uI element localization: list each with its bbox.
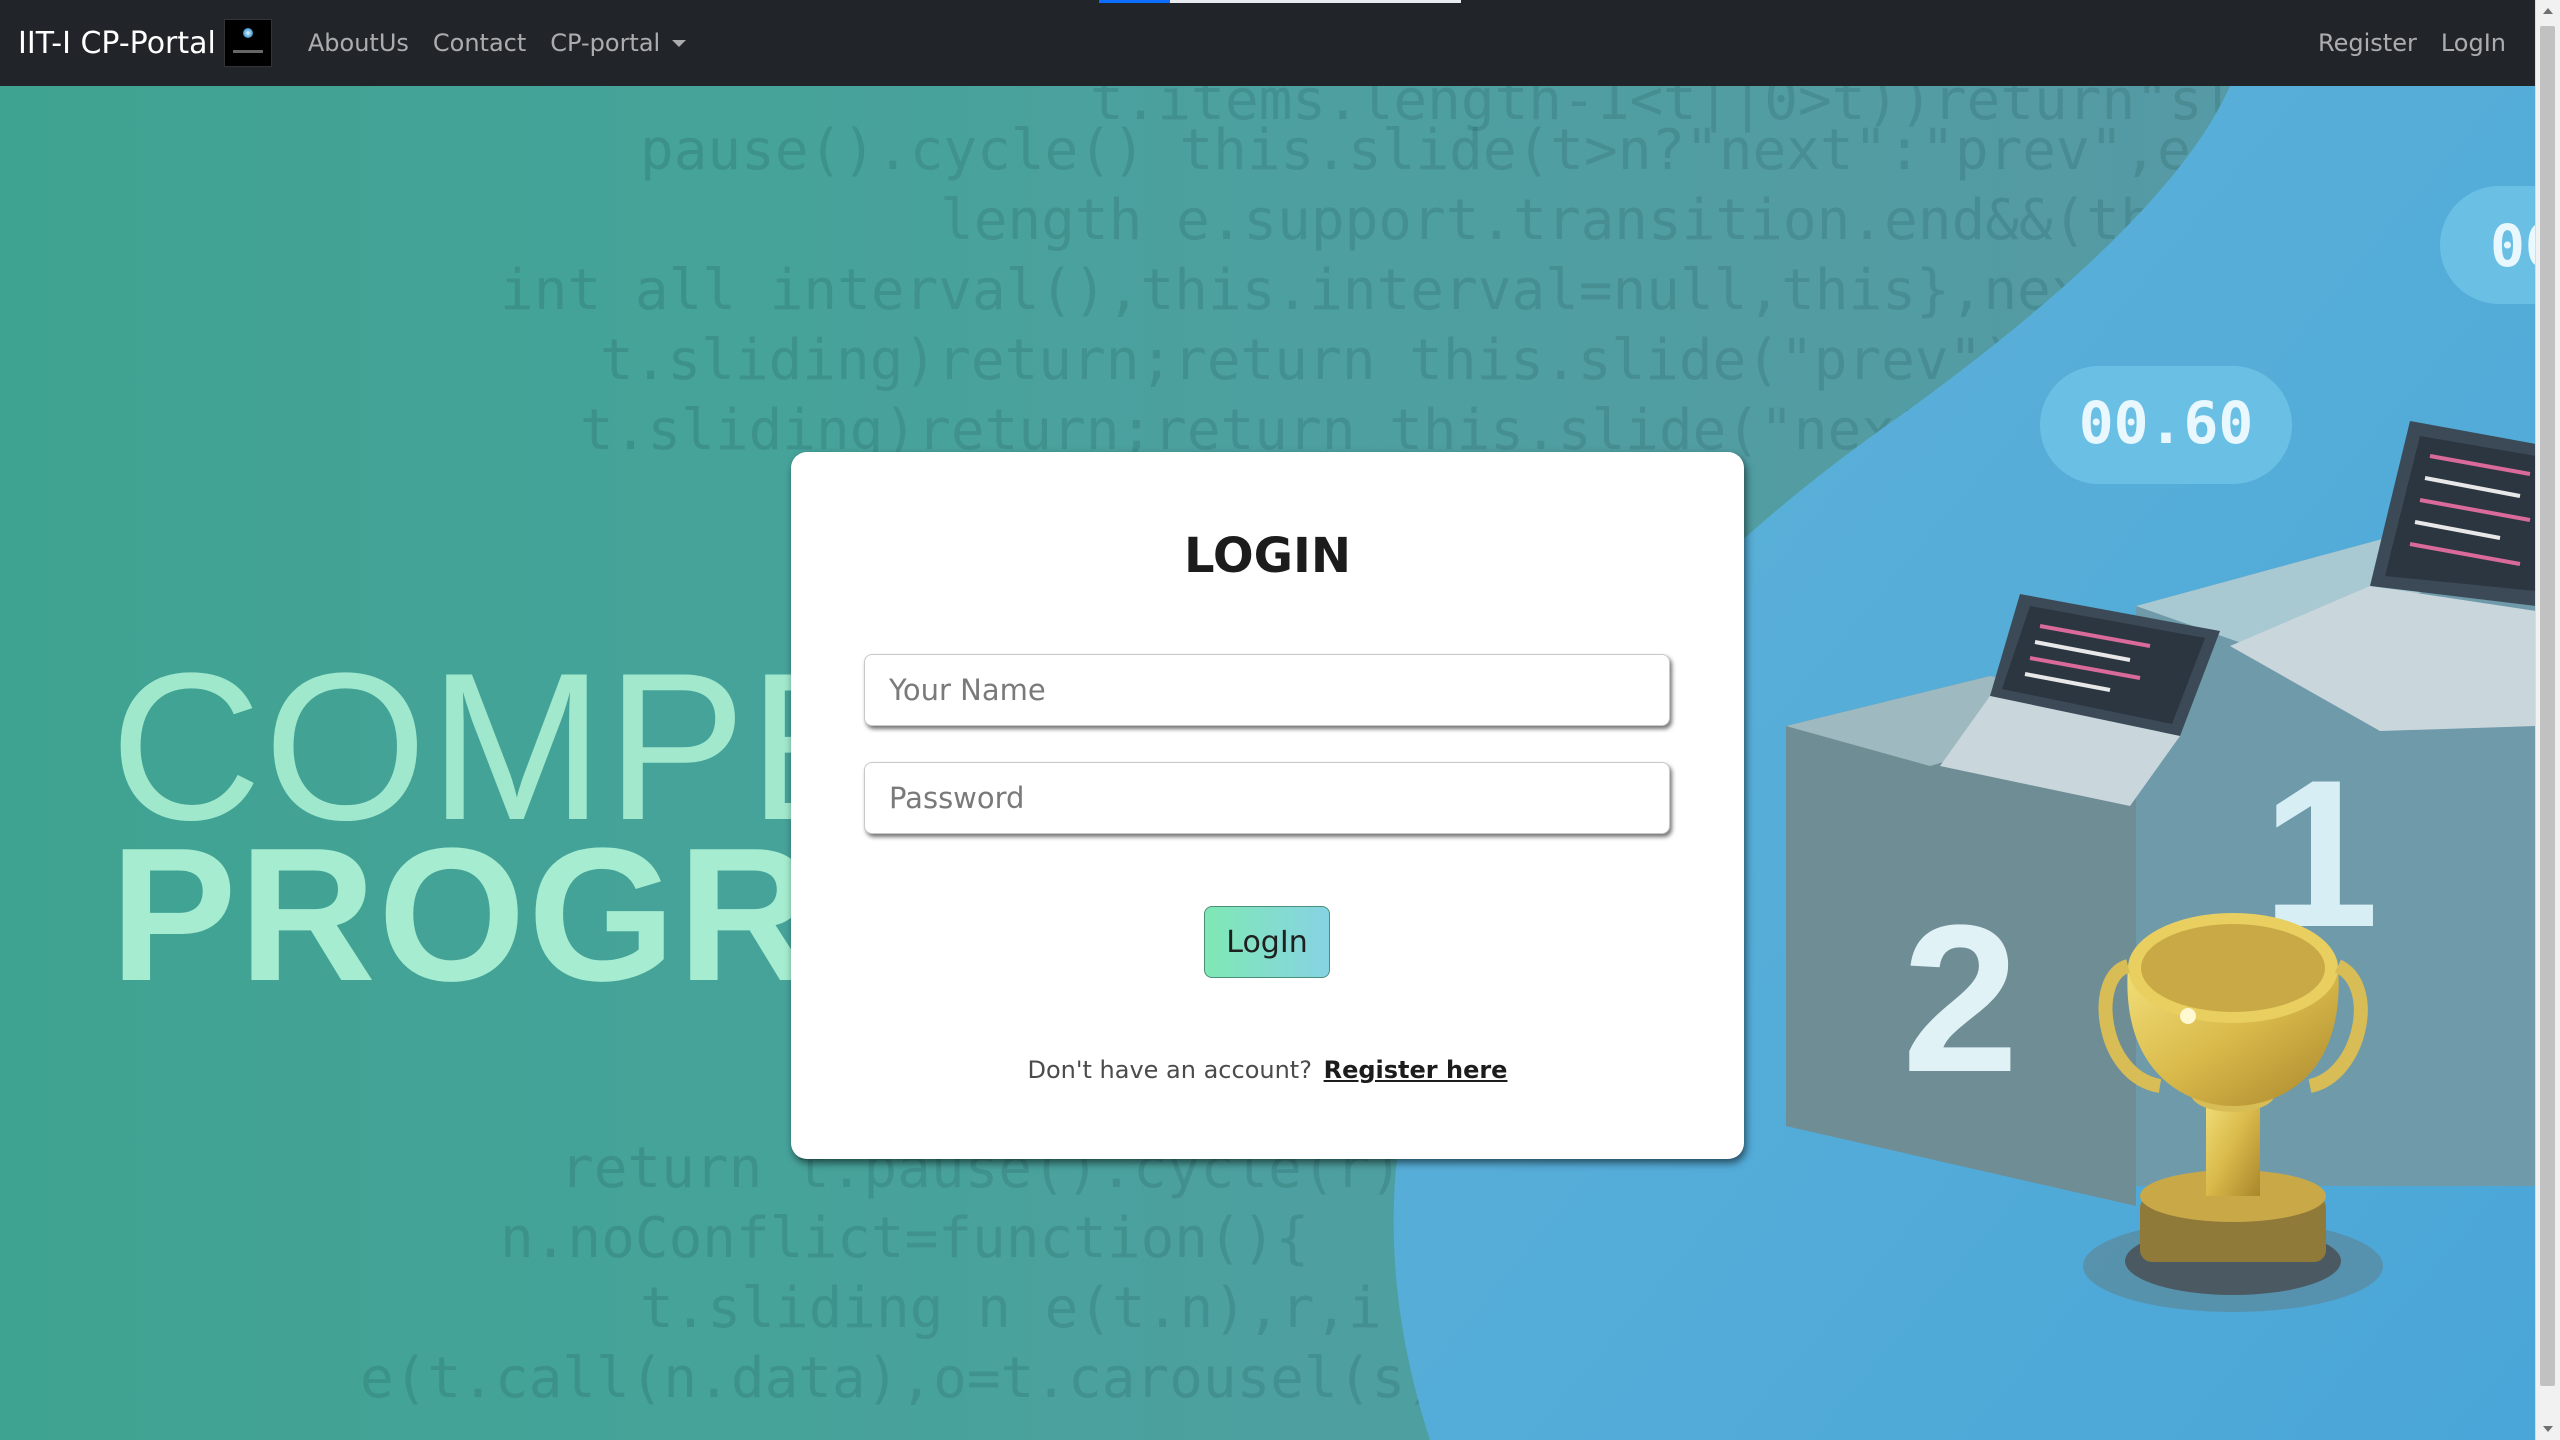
register-prompt: Don't have an account? Register here (791, 1056, 1744, 1084)
page: IIT-I CP-Portal AboutUs Contact CP-porta… (0, 0, 2560, 1440)
brand-logo-icon (223, 19, 272, 67)
vertical-scrollbar[interactable] (2535, 0, 2560, 1440)
login-card: LOGIN LogIn Don't have an account? Regis… (791, 452, 1744, 1159)
top-light-strip (1170, 0, 1461, 3)
password-input[interactable] (864, 762, 1670, 834)
register-here-link[interactable]: Register here (1324, 1056, 1508, 1084)
login-title: LOGIN (1183, 528, 1352, 584)
no-account-text: Don't have an account? (1027, 1056, 1312, 1084)
name-input[interactable] (864, 654, 1670, 726)
svg-text:00: 00 (2490, 212, 2536, 280)
brand-name: IIT-I CP-Portal (18, 25, 216, 61)
nav-dropdown-cp-portal[interactable]: CP-portal (550, 29, 687, 57)
nav-link-login[interactable]: LogIn (2441, 29, 2506, 57)
nav-links: AboutUs Contact CP-portal (308, 29, 710, 57)
scroll-up-arrow-icon[interactable] (2543, 8, 2553, 14)
nav-link-aboutus[interactable]: AboutUs (308, 29, 409, 57)
nav-link-register[interactable]: Register (2318, 29, 2417, 57)
navbar: IIT-I CP-Portal AboutUs Contact CP-porta… (0, 0, 2536, 86)
nav-dropdown-label: CP-portal (550, 29, 661, 57)
scroll-thumb[interactable] (2540, 26, 2555, 1386)
scroll-down-arrow-icon[interactable] (2543, 1426, 2553, 1432)
top-accent-strip (1099, 0, 1170, 3)
timer-text: 00.60 (2079, 389, 2254, 457)
nav-link-contact[interactable]: Contact (433, 29, 526, 57)
login-button[interactable]: LogIn (1204, 906, 1330, 978)
podium-number-second: 2 (1902, 881, 2019, 1116)
nav-right: Register LogIn (2318, 29, 2530, 57)
brand-link[interactable]: IIT-I CP-Portal (18, 19, 272, 67)
caret-down-icon (672, 39, 687, 47)
